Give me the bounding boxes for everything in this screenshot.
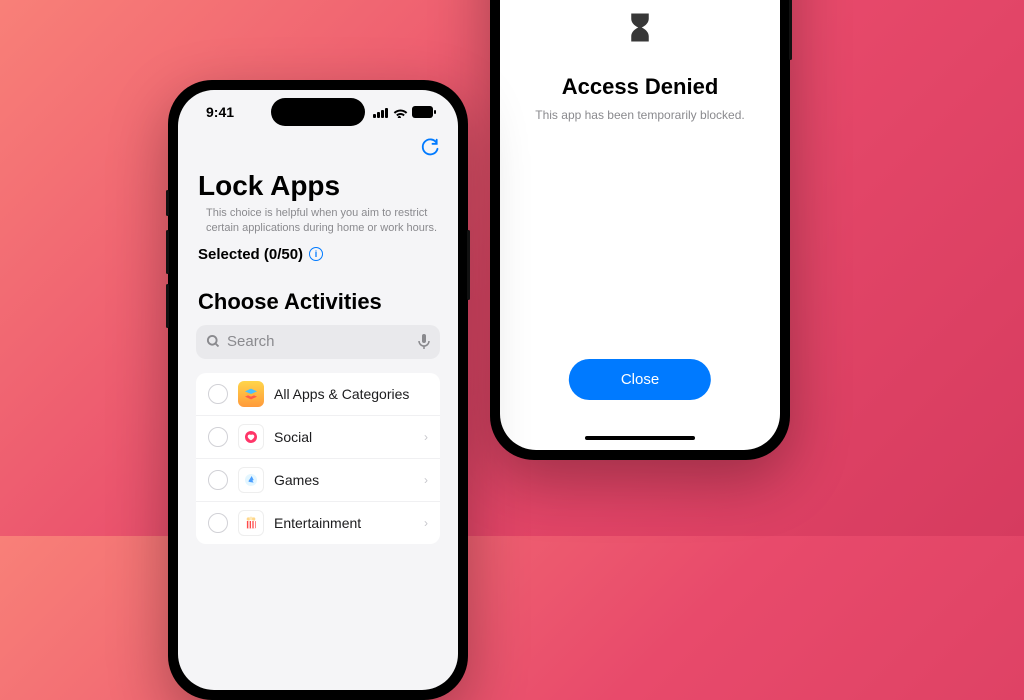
search-icon <box>206 334 221 349</box>
status-time: 9:41 <box>206 104 234 120</box>
status-icons <box>373 106 436 118</box>
chevron-right-icon: › <box>424 516 428 530</box>
page-subtitle: This choice is helpful when you aim to r… <box>178 206 458 236</box>
screen-lock-apps: 9:41 Lock Apps This choice is helpful wh… <box>178 90 458 690</box>
side-button <box>166 190 169 216</box>
radio-button[interactable] <box>208 470 228 490</box>
volume-up-button <box>166 230 169 274</box>
choose-activities-title: Choose Activities <box>178 271 458 325</box>
wifi-icon <box>393 107 408 118</box>
cellular-icon <box>373 107 389 118</box>
list-item-all-apps[interactable]: All Apps & Categories <box>196 373 440 416</box>
social-icon <box>238 424 264 450</box>
chevron-right-icon: › <box>424 430 428 444</box>
phone-frame-right: Access Denied This app has been temporar… <box>490 0 790 460</box>
battery-icon <box>412 106 436 118</box>
page-title: Lock Apps <box>178 166 458 206</box>
refresh-icon[interactable] <box>420 138 440 164</box>
list-item-entertainment[interactable]: Entertainment › <box>196 502 440 544</box>
dynamic-island <box>271 98 365 126</box>
volume-down-button <box>166 284 169 328</box>
phone-frame-left: 9:41 Lock Apps This choice is helpful wh… <box>168 80 468 700</box>
list-item-social[interactable]: Social › <box>196 416 440 459</box>
list-label: Social <box>274 429 414 445</box>
hourglass-icon <box>619 10 661 62</box>
power-button <box>467 230 470 300</box>
list-label: Entertainment <box>274 515 414 531</box>
close-button[interactable]: Close <box>569 359 711 400</box>
info-icon[interactable]: i <box>309 247 323 261</box>
list-item-games[interactable]: Games › <box>196 459 440 502</box>
stack-icon <box>238 381 264 407</box>
radio-button[interactable] <box>208 427 228 447</box>
home-indicator <box>585 436 695 440</box>
selected-count-label: Selected (0/50) <box>198 246 303 263</box>
screen-access-denied: Access Denied This app has been temporar… <box>500 0 780 450</box>
selected-count-row: Selected (0/50) i <box>178 236 458 271</box>
radio-button[interactable] <box>208 384 228 404</box>
activities-list: All Apps & Categories Social › Games › <box>196 373 440 544</box>
access-denied-subtitle: This app has been temporarily blocked. <box>535 108 744 122</box>
side-button <box>789 0 792 60</box>
list-label: Games <box>274 472 414 488</box>
search-placeholder: Search <box>227 333 412 350</box>
access-denied-title: Access Denied <box>562 74 719 100</box>
chevron-right-icon: › <box>424 473 428 487</box>
entertainment-icon <box>238 510 264 536</box>
microphone-icon[interactable] <box>418 334 430 350</box>
search-input[interactable]: Search <box>196 325 440 359</box>
radio-button[interactable] <box>208 513 228 533</box>
games-icon <box>238 467 264 493</box>
list-label: All Apps & Categories <box>274 386 428 402</box>
